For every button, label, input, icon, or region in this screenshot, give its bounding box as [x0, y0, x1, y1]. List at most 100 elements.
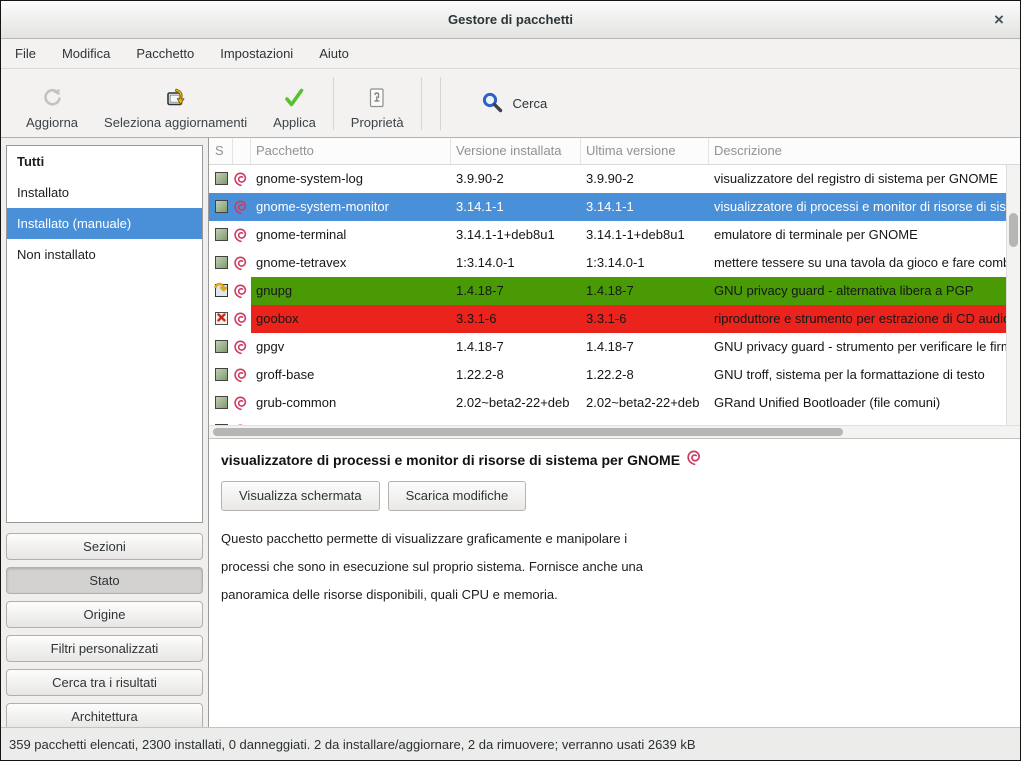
filter-mode-button-filtri-personalizzati[interactable]: Filtri personalizzati [6, 635, 203, 662]
filter-mode-button-sezioni[interactable]: Sezioni [6, 533, 203, 560]
column-header-ultima-versione[interactable]: Ultima versione [581, 138, 709, 164]
table-row[interactable]: grub-common2.02~beta2-22+deb2.02~beta2-2… [209, 389, 1006, 417]
properties-label: Proprietà [351, 115, 404, 130]
column-header-s[interactable]: S [209, 138, 233, 164]
installed-status-icon [215, 172, 228, 185]
table-row[interactable]: grub-pc2.02~beta2-22+deb2.02~beta2-22+de… [209, 417, 1006, 425]
latest-version: 3.14.1-1+deb8u1 [581, 221, 709, 249]
table-row[interactable]: gnome-system-log3.9.90-23.9.90-2visualiz… [209, 165, 1006, 193]
debian-swirl-icon [233, 249, 251, 277]
toolbar-separator [421, 77, 422, 130]
package-description: riproduttore e strumento per estrazione … [709, 305, 1006, 333]
titlebar: Gestore di pacchetti × [1, 1, 1020, 39]
menu-item-impostazioni[interactable]: Impostazioni [210, 40, 303, 67]
search-button[interactable]: Cerca [471, 82, 558, 126]
package-description: GNU troff, sistema per la formattazione … [709, 361, 1006, 389]
details-description: Questo pacchetto permette di visualizzar… [221, 525, 1008, 609]
table-header: S PacchettoVersione installataUltima vers… [209, 138, 1020, 165]
installed-version: 3.3.1-6 [451, 305, 581, 333]
column-header-versione-installata[interactable]: Versione installata [451, 138, 581, 164]
horizontal-scrollbar[interactable] [209, 425, 1020, 438]
table-row[interactable]: gnome-system-monitor3.14.1-13.14.1-1visu… [209, 193, 1006, 221]
details-title: visualizzatore di processi e monitor di … [221, 452, 680, 468]
package-description: mettere tessere su una tavola da gioco e… [709, 249, 1006, 277]
description-line: panoramica delle risorse disponibili, qu… [221, 581, 1008, 609]
status-cell [209, 249, 233, 277]
search-label: Cerca [513, 96, 548, 111]
table-row[interactable]: goobox3.3.1-63.3.1-6riproduttore e strum… [209, 305, 1006, 333]
column-header-pacchetto[interactable]: Pacchetto [251, 138, 451, 164]
table-row[interactable]: groff-base1.22.2-81.22.2-8GNU troff, sis… [209, 361, 1006, 389]
filter-mode-button-architettura[interactable]: Architettura [6, 703, 203, 730]
toolbar: Aggiorna Seleziona aggiornamenti Applica [1, 69, 1020, 138]
table-row[interactable]: gnupg1.4.18-71.4.18-7GNU privacy guard -… [209, 277, 1006, 305]
column-header-descrizione[interactable]: Descrizione [709, 138, 1020, 164]
vertical-scrollbar[interactable] [1006, 165, 1020, 425]
status-cell [209, 221, 233, 249]
menu-item-file[interactable]: File [5, 40, 46, 67]
horizontal-scrollbar-thumb[interactable] [213, 428, 843, 436]
filter-mode-button-stato[interactable]: Stato [6, 567, 203, 594]
package-name: goobox [251, 305, 451, 333]
view-screenshot-button[interactable]: Visualizza schermata [221, 481, 380, 511]
table-row[interactable]: gpgv1.4.18-71.4.18-7GNU privacy guard - … [209, 333, 1006, 361]
status-cell [209, 305, 233, 333]
latest-version: 1:3.14.0-1 [581, 249, 709, 277]
refresh-button[interactable]: Aggiorna [13, 75, 91, 132]
package-name: gnome-terminal [251, 221, 451, 249]
refresh-icon [40, 85, 64, 111]
apply-label: Applica [273, 115, 316, 130]
apply-button[interactable]: Applica [260, 75, 329, 132]
package-description: visualizzatore del registro di sistema p… [709, 165, 1006, 193]
debian-swirl-icon [233, 221, 251, 249]
close-icon[interactable]: × [988, 9, 1010, 31]
latest-version: 1.4.18-7 [581, 277, 709, 305]
refresh-label: Aggiorna [26, 115, 78, 130]
remove-status-icon [215, 312, 228, 325]
package-name: groff-base [251, 361, 451, 389]
status-cell [209, 277, 233, 305]
installed-status-icon [215, 200, 228, 213]
properties-button[interactable]: Proprietà [338, 75, 417, 132]
sidebar: TuttiInstallatoInstallato (manuale)Non i… [1, 138, 209, 727]
package-table: S PacchettoVersione installataUltima vers… [209, 138, 1020, 439]
filter-mode-button-cerca-tra-i-risultati[interactable]: Cerca tra i risultati [6, 669, 203, 696]
search-icon [481, 91, 504, 117]
installed-status-icon [215, 256, 228, 269]
column-header-swirl[interactable] [233, 138, 251, 164]
description-line: processi che sono in esecuzione sul prop… [221, 553, 1008, 581]
installed-version: 1.4.18-7 [451, 333, 581, 361]
package-name: gnupg [251, 277, 451, 305]
latest-version: 3.14.1-1 [581, 193, 709, 221]
package-description: GRand Unified Bootloader (file comuni) [709, 389, 1006, 417]
package-description: GNU privacy guard - alternativa libera a… [709, 277, 1006, 305]
table-row[interactable]: gnome-tetravex1:3.14.0-11:3.14.0-1metter… [209, 249, 1006, 277]
latest-version: 2.02~beta2-22+deb [581, 389, 709, 417]
package-description: visualizzatore di processi e monitor di … [709, 193, 1006, 221]
debian-swirl-icon [233, 333, 251, 361]
package-name: gpgv [251, 333, 451, 361]
menubar: FileModificaPacchettoImpostazioniAiuto [1, 39, 1020, 69]
status-cell [209, 417, 233, 425]
sidebar-item-tutti[interactable]: Tutti [7, 146, 202, 177]
status-cell [209, 389, 233, 417]
menu-item-pacchetto[interactable]: Pacchetto [126, 40, 204, 67]
sidebar-item-non-installato[interactable]: Non installato [7, 239, 202, 270]
mark-upgrades-button[interactable]: Seleziona aggiornamenti [91, 75, 260, 132]
latest-version: 1.4.18-7 [581, 333, 709, 361]
sidebar-item-installato[interactable]: Installato [7, 177, 202, 208]
vertical-scrollbar-thumb[interactable] [1009, 213, 1018, 247]
table-row[interactable]: gnome-terminal3.14.1-1+deb8u13.14.1-1+de… [209, 221, 1006, 249]
debian-swirl-icon [233, 165, 251, 193]
sidebar-item-installato-manuale[interactable]: Installato (manuale) [7, 208, 202, 239]
debian-swirl-icon [687, 450, 702, 469]
menu-item-modifica[interactable]: Modifica [52, 40, 120, 67]
content-area: S PacchettoVersione installataUltima vers… [209, 138, 1020, 727]
package-name: gnome-tetravex [251, 249, 451, 277]
apply-check-icon [282, 85, 306, 111]
menu-item-aiuto[interactable]: Aiuto [309, 40, 359, 67]
main-area: TuttiInstallatoInstallato (manuale)Non i… [1, 138, 1020, 727]
filter-mode-button-origine[interactable]: Origine [6, 601, 203, 628]
debian-swirl-icon [233, 417, 251, 425]
download-changelog-button[interactable]: Scarica modifiche [388, 481, 527, 511]
